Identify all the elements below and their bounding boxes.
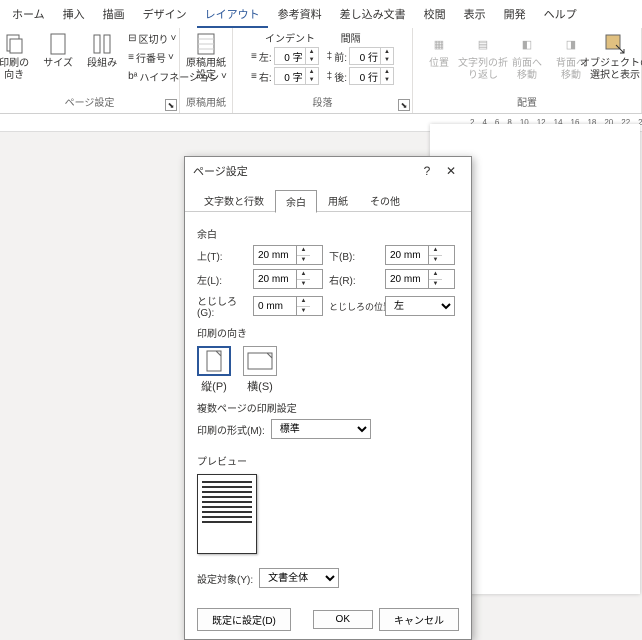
size-icon xyxy=(46,32,70,56)
indent-header: インデント xyxy=(251,30,319,45)
print-format-select[interactable]: 標準 xyxy=(271,419,371,439)
space-before-input[interactable]: ▲▼ xyxy=(349,47,394,65)
multi-page-section-label: 複数ページの印刷設定 xyxy=(197,400,459,415)
ribbon-tab-5[interactable]: 参考資料 xyxy=(270,2,330,28)
line-numbers-icon: ≡ xyxy=(128,52,134,63)
ribbon-tab-6[interactable]: 差し込み文書 xyxy=(332,2,414,28)
ok-button[interactable]: OK xyxy=(313,610,373,629)
apply-to-select[interactable]: 文書全体 xyxy=(259,568,339,588)
cancel-button[interactable]: キャンセル xyxy=(379,608,459,631)
landscape-icon xyxy=(243,346,277,376)
paragraph-launcher[interactable]: ⬊ xyxy=(398,99,410,111)
selection-pane-button[interactable]: オブジェクトの 選択と表示 xyxy=(595,30,635,84)
dialog-tab-3[interactable]: その他 xyxy=(359,189,411,212)
orientation-icon xyxy=(2,32,26,56)
gutter-input[interactable]: ▲▼ xyxy=(253,296,323,316)
manuscript-group-label: 原稿用紙 xyxy=(186,94,226,111)
page-setup-dialog: ページ設定 ? ✕ 文字数と行数余白用紙その他 余白 上(T): ▲▼ 下(B)… xyxy=(184,156,472,640)
ribbon-tab-8[interactable]: 表示 xyxy=(456,2,494,28)
preview-box xyxy=(197,474,257,554)
indent-right-input[interactable]: ▲▼ xyxy=(274,67,319,85)
bring-forward-icon: ◧ xyxy=(515,32,539,56)
gutter-label: とじしろ(G): xyxy=(197,293,247,319)
indent-left-input[interactable]: ▲▼ xyxy=(274,47,319,65)
left-input[interactable]: ▲▼ xyxy=(253,269,323,289)
bring-forward-button[interactable]: ◧前面へ 移動 xyxy=(507,30,547,84)
position-button[interactable]: ▦位置 xyxy=(419,30,459,72)
send-backward-button[interactable]: ◨背面へ 移動 xyxy=(551,30,591,84)
top-input[interactable]: ▲▼ xyxy=(253,245,323,265)
size-button[interactable]: サイズ xyxy=(38,30,78,72)
dialog-help-button[interactable]: ? xyxy=(415,164,439,178)
space-after-icon: ‡ xyxy=(327,71,333,82)
ribbon-tab-2[interactable]: 描画 xyxy=(95,2,133,28)
position-icon: ▦ xyxy=(427,32,451,56)
space-before-icon: ‡ xyxy=(327,51,333,62)
paragraph-group-label: 段落 xyxy=(313,94,333,111)
right-input[interactable]: ▲▼ xyxy=(385,269,455,289)
ribbon-tab-1[interactable]: 挿入 xyxy=(55,2,93,28)
dialog-title: ページ設定 xyxy=(193,163,415,179)
orientation-button[interactable]: 印刷の 向き xyxy=(0,30,34,84)
gutter-pos-select[interactable]: 左 xyxy=(385,296,455,316)
manuscript-icon xyxy=(194,32,218,56)
landscape-button[interactable]: 横(S) xyxy=(243,346,277,394)
ribbon-tab-10[interactable]: ヘルプ xyxy=(536,2,585,28)
gutter-pos-label: とじしろの位置(U): xyxy=(329,300,379,313)
breaks-icon: ⊟ xyxy=(128,33,136,44)
send-backward-icon: ◨ xyxy=(559,32,583,56)
arrange-group-label: 配置 xyxy=(517,94,537,111)
page-setup-launcher[interactable]: ⬊ xyxy=(165,99,177,111)
ribbon-tab-0[interactable]: ホーム xyxy=(4,2,53,28)
margins-section-label: 余白 xyxy=(197,226,459,241)
space-after-input[interactable]: ▲▼ xyxy=(349,67,394,85)
ribbon-tab-4[interactable]: レイアウト xyxy=(197,2,268,28)
wrap-text-button[interactable]: ▤文字列の折 り返し xyxy=(463,30,503,84)
selection-pane-icon xyxy=(603,32,627,56)
indent-left-icon: ≡ xyxy=(251,51,257,62)
wrap-icon: ▤ xyxy=(471,32,495,56)
orientation-section-label: 印刷の向き xyxy=(197,325,459,340)
right-label: 右(R): xyxy=(329,272,379,287)
columns-icon xyxy=(90,32,114,56)
portrait-button[interactable]: 縦(P) xyxy=(197,346,231,394)
dialog-tab-0[interactable]: 文字数と行数 xyxy=(193,189,275,212)
hyphenation-icon: bᵃ xyxy=(128,71,137,82)
manuscript-button[interactable]: 原稿用紙 設定 xyxy=(186,30,226,84)
print-format-label: 印刷の形式(M): xyxy=(197,422,265,437)
preview-section-label: プレビュー xyxy=(197,453,459,468)
set-default-button[interactable]: 既定に設定(D) xyxy=(197,608,291,631)
left-label: 左(L): xyxy=(197,272,247,287)
bottom-label: 下(B): xyxy=(329,248,379,263)
apply-to-label: 設定対象(Y): xyxy=(197,571,253,586)
dialog-close-button[interactable]: ✕ xyxy=(439,164,463,178)
portrait-icon xyxy=(197,346,231,376)
page-setup-group-label: ページ設定 xyxy=(65,94,115,111)
ribbon-tab-3[interactable]: デザイン xyxy=(135,2,195,28)
spacing-header: 間隔 xyxy=(327,30,394,45)
dialog-tab-1[interactable]: 余白 xyxy=(275,190,317,213)
ribbon-tab-9[interactable]: 開発 xyxy=(496,2,534,28)
ribbon-tab-7[interactable]: 校閲 xyxy=(416,2,454,28)
top-label: 上(T): xyxy=(197,248,247,263)
columns-button[interactable]: 段組み xyxy=(82,30,122,72)
bottom-input[interactable]: ▲▼ xyxy=(385,245,455,265)
dialog-tab-2[interactable]: 用紙 xyxy=(317,189,359,212)
indent-right-icon: ≡ xyxy=(251,71,257,82)
